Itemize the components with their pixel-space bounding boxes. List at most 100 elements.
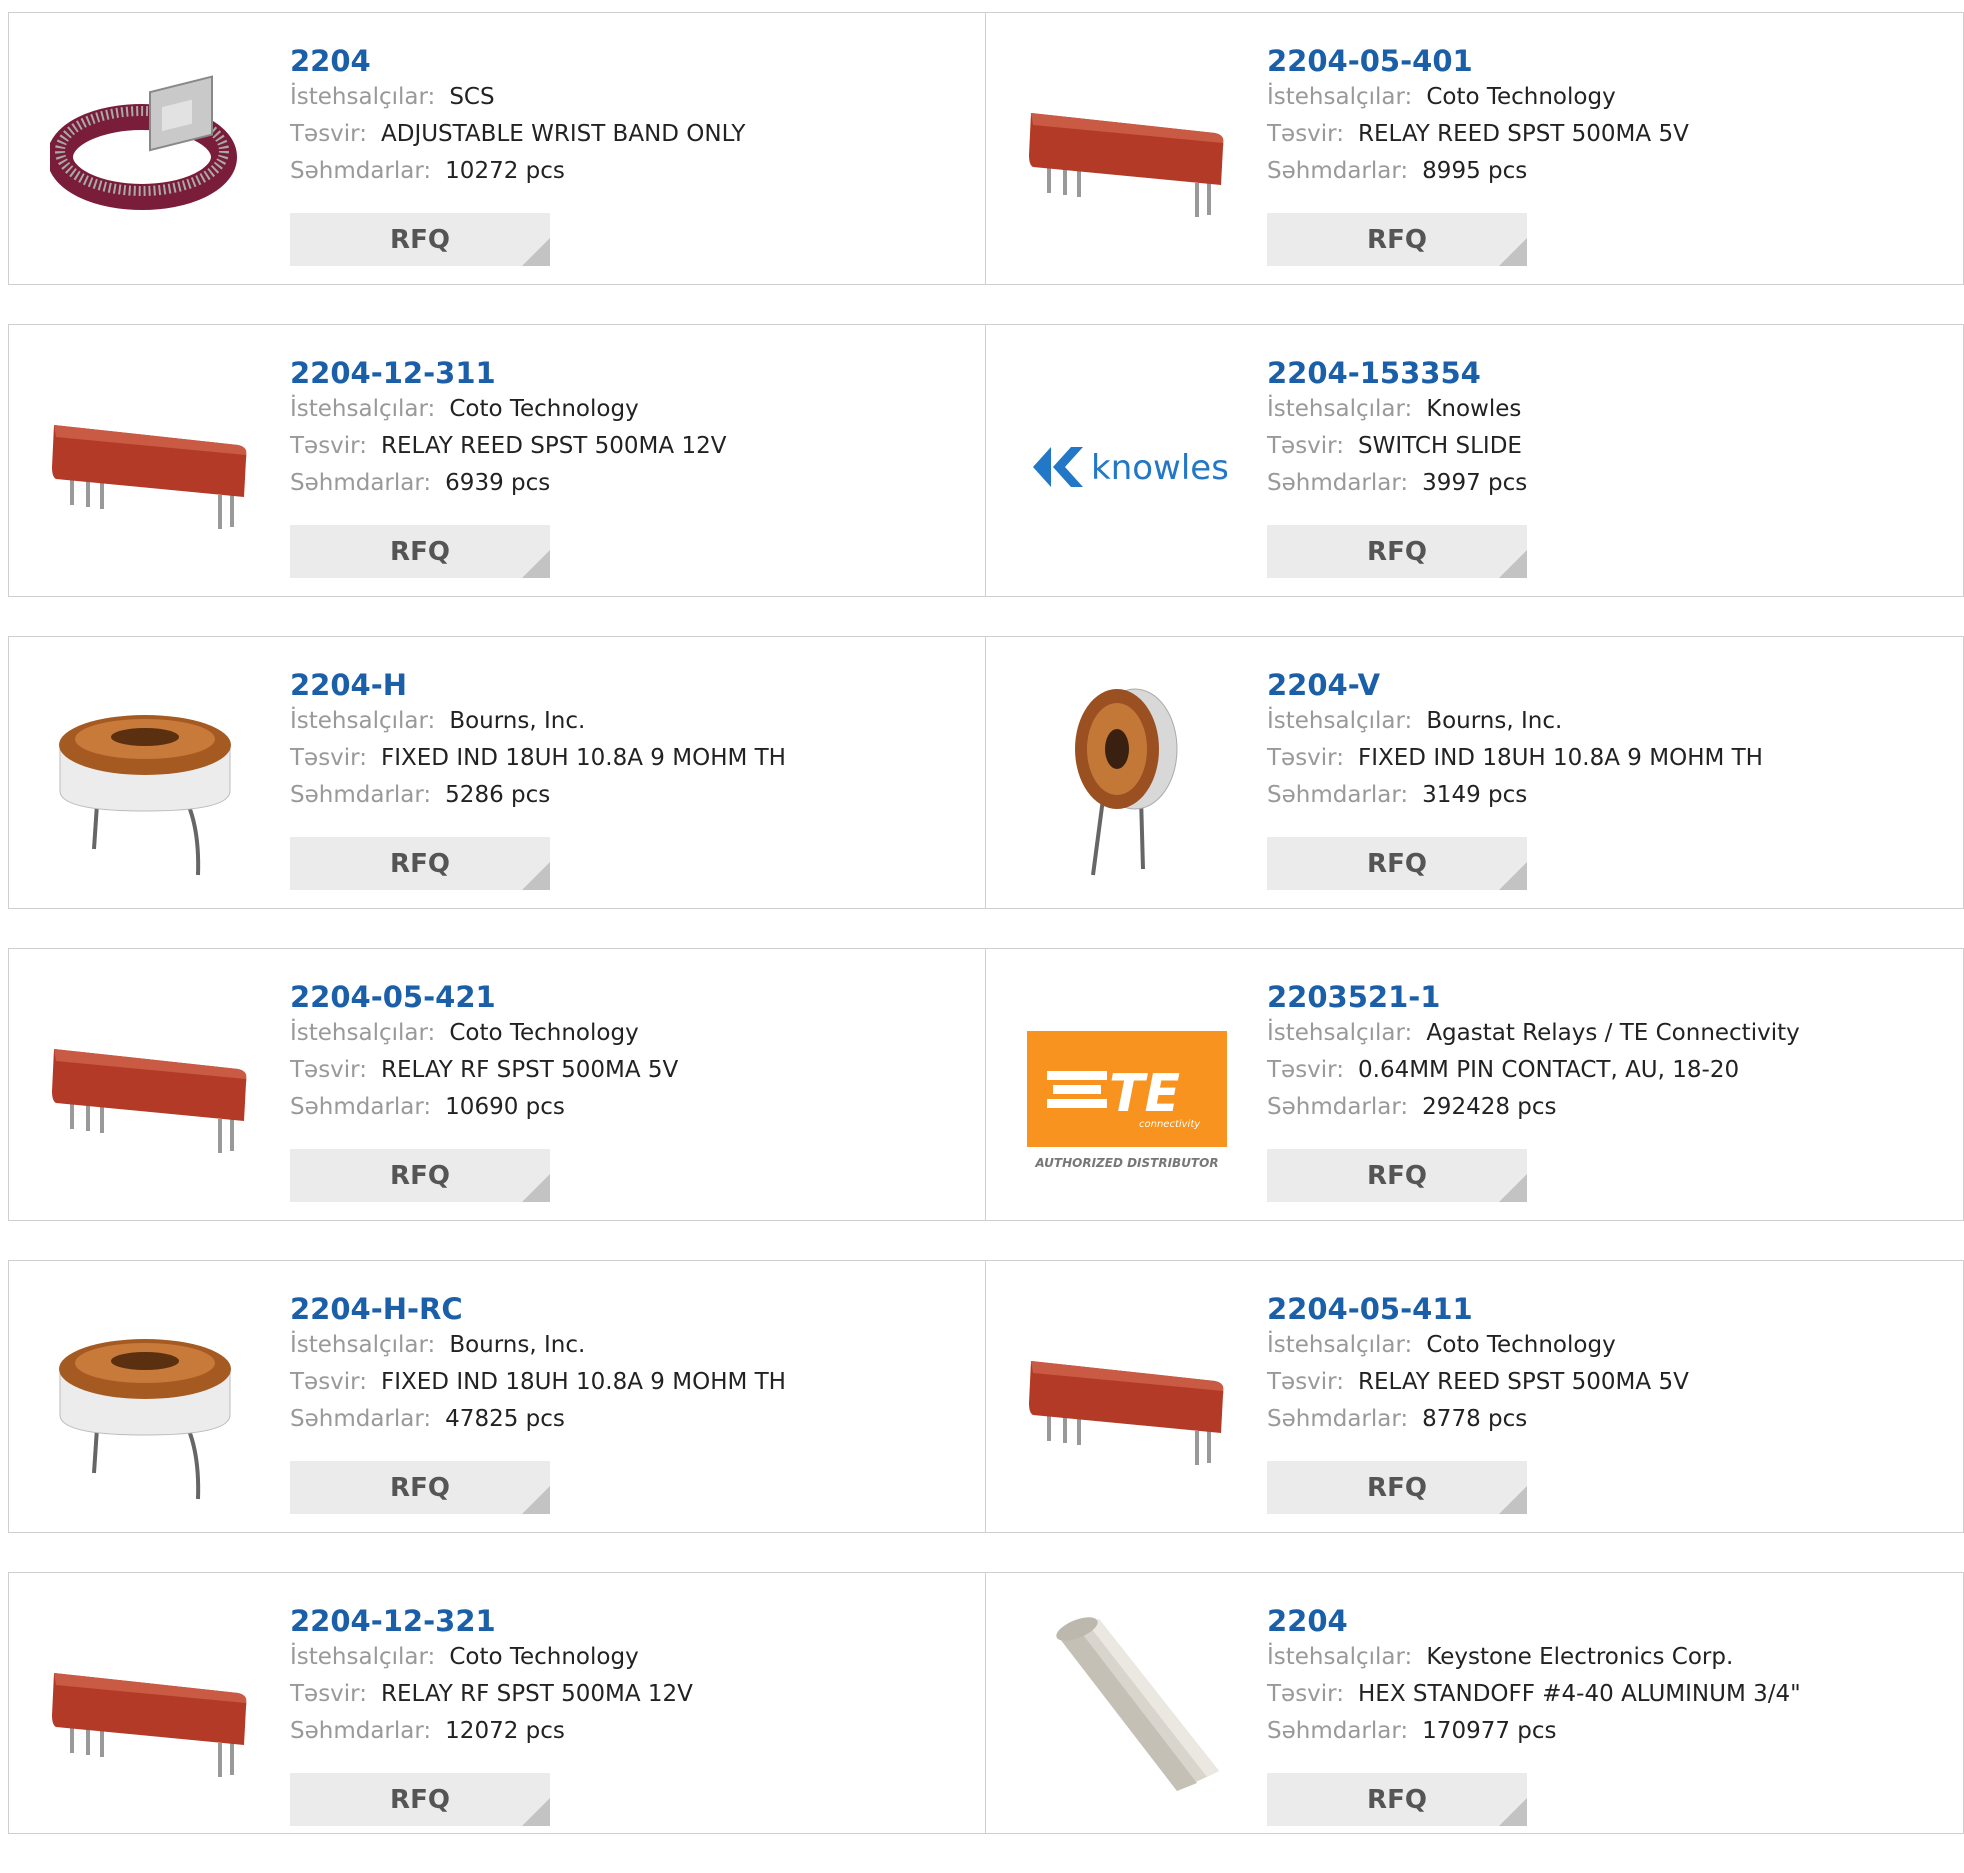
manufacturer-value: Coto Technology <box>449 1644 639 1670</box>
rfq-button[interactable]: RFQ <box>290 1149 550 1202</box>
description-label: Təsvir: <box>1267 121 1344 147</box>
stock-label: Səhmdarlar: <box>1267 1406 1409 1432</box>
rfq-button[interactable]: RFQ <box>290 837 550 890</box>
rfq-label: RFQ <box>1367 1472 1427 1503</box>
description-label: Təsvir: <box>1267 1681 1344 1707</box>
rfq-button[interactable]: RFQ <box>1267 1461 1527 1514</box>
stock-value: 5286 pcs <box>445 782 551 808</box>
manufacturer-line: İstehsalçılar: Knowles <box>1267 391 1527 428</box>
te-connectivity-logo[interactable]: TE connectivity AUTHORIZED DISTRIBUTOR <box>1027 991 1227 1191</box>
description-value: FIXED IND 18UH 10.8A 9 MOHM TH <box>1358 745 1763 771</box>
toroid-inductor-horizontal-image[interactable] <box>50 1303 250 1503</box>
rfq-button[interactable]: RFQ <box>1267 525 1527 578</box>
reed-relay-image[interactable] <box>50 367 250 567</box>
te-logo-text: TE <box>1109 1064 1180 1124</box>
manufacturer-value: Coto Technology <box>449 396 639 422</box>
stock-label: Səhmdarlar: <box>1267 1094 1409 1120</box>
rfq-button[interactable]: RFQ <box>290 1773 550 1826</box>
part-number-link[interactable]: 2204-12-311 <box>290 355 726 391</box>
rfq-button[interactable]: RFQ <box>290 525 550 578</box>
stock-value: 6939 pcs <box>445 470 551 496</box>
te-logo-caption: AUTHORIZED DISTRIBUTOR <box>1034 1156 1218 1170</box>
description-value: FIXED IND 18UH 10.8A 9 MOHM TH <box>381 1369 786 1395</box>
toroid-inductor-horizontal-image[interactable] <box>50 679 250 879</box>
part-number-link[interactable]: 2204-05-421 <box>290 979 678 1015</box>
description-label: Təsvir: <box>290 1057 367 1083</box>
te-logo-subtext: connectivity <box>1139 1119 1201 1130</box>
product-card: 2204-V İstehsalçılar: Bourns, Inc. Təsvir… <box>985 636 1964 909</box>
description-label: Təsvir: <box>290 121 367 147</box>
description-value: RELAY REED SPST 500MA 5V <box>1358 1369 1689 1395</box>
product-card: 2204-H İstehsalçılar: Bourns, Inc. Təsvir… <box>8 636 985 909</box>
description-label: Təsvir: <box>290 1369 367 1395</box>
manufacturer-line: İstehsalçılar: Coto Technology <box>290 391 726 428</box>
rfq-button[interactable]: RFQ <box>1267 837 1527 890</box>
description-label: Təsvir: <box>290 1681 367 1707</box>
stock-label: Səhmdarlar: <box>290 470 432 496</box>
manufacturer-label: İstehsalçılar: <box>1267 708 1413 734</box>
reed-relay-image[interactable] <box>50 1615 250 1815</box>
corner-triangle-icon <box>522 862 550 890</box>
rfq-button[interactable]: RFQ <box>1267 1149 1527 1202</box>
rfq-button[interactable]: RFQ <box>1267 213 1527 266</box>
stock-label: Səhmdarlar: <box>290 1406 432 1432</box>
part-number-link[interactable]: 2204-153354 <box>1267 355 1527 391</box>
part-number-link[interactable]: 2204-05-401 <box>1267 43 1689 79</box>
corner-triangle-icon <box>522 1174 550 1202</box>
corner-triangle-icon <box>1499 1486 1527 1514</box>
rfq-button[interactable]: RFQ <box>290 1461 550 1514</box>
manufacturer-label: İstehsalçılar: <box>1267 396 1413 422</box>
manufacturer-line: İstehsalçılar: Coto Technology <box>1267 79 1689 116</box>
description-value: RELAY RF SPST 500MA 5V <box>381 1057 679 1083</box>
stock-label: Səhmdarlar: <box>1267 1718 1409 1744</box>
description-line: Təsvir: RELAY REED SPST 500MA 12V <box>290 428 726 465</box>
wrist-band-image[interactable] <box>50 55 250 255</box>
knowles-logo-text: knowles <box>1091 448 1227 488</box>
manufacturer-value: Bourns, Inc. <box>1426 708 1563 734</box>
rfq-label: RFQ <box>390 1472 450 1503</box>
hex-standoff-image[interactable] <box>1027 1615 1227 1815</box>
description-value: FIXED IND 18UH 10.8A 9 MOHM TH <box>381 745 786 771</box>
stock-line: Səhmdarlar: 8995 pcs <box>1267 153 1689 190</box>
reed-relay-image[interactable] <box>50 991 250 1191</box>
corner-triangle-icon <box>522 550 550 578</box>
manufacturer-value: Coto Technology <box>1426 1332 1616 1358</box>
stock-value: 47825 pcs <box>445 1406 565 1432</box>
knowles-logo[interactable]: knowles <box>1027 367 1227 567</box>
toroid-inductor-vertical-image[interactable] <box>1027 679 1227 879</box>
stock-line: Səhmdarlar: 3997 pcs <box>1267 465 1527 502</box>
rfq-label: RFQ <box>390 536 450 567</box>
stock-value: 8995 pcs <box>1422 158 1528 184</box>
reed-relay-image[interactable] <box>1027 1303 1227 1503</box>
stock-line: Səhmdarlar: 6939 pcs <box>290 465 726 502</box>
manufacturer-label: İstehsalçılar: <box>290 396 436 422</box>
description-value: RELAY REED SPST 500MA 5V <box>1358 121 1689 147</box>
part-number-link[interactable]: 2204-12-321 <box>290 1603 693 1639</box>
stock-label: Səhmdarlar: <box>290 1094 432 1120</box>
description-line: Təsvir: ADJUSTABLE WRIST BAND ONLY <box>290 116 745 153</box>
part-number-link[interactable]: 2204-H <box>290 667 786 703</box>
reed-relay-image[interactable] <box>1027 55 1227 255</box>
description-value: 0.64MM PIN CONTACT, AU, 18-20 <box>1358 1057 1740 1083</box>
part-number-link[interactable]: 2203521-1 <box>1267 979 1800 1015</box>
stock-value: 3997 pcs <box>1422 470 1528 496</box>
stock-line: Səhmdarlar: 170977 pcs <box>1267 1713 1801 1750</box>
part-number-link[interactable]: 2204-H-RC <box>290 1291 786 1327</box>
manufacturer-label: İstehsalçılar: <box>290 84 436 110</box>
part-number-link[interactable]: 2204-05-411 <box>1267 1291 1689 1327</box>
corner-triangle-icon <box>522 1486 550 1514</box>
manufacturer-label: İstehsalçılar: <box>290 1332 436 1358</box>
rfq-label: RFQ <box>390 1160 450 1191</box>
manufacturer-value: Keystone Electronics Corp. <box>1426 1644 1734 1670</box>
manufacturer-label: İstehsalçılar: <box>290 708 436 734</box>
stock-line: Səhmdarlar: 3149 pcs <box>1267 777 1763 814</box>
rfq-label: RFQ <box>1367 1160 1427 1191</box>
part-number-link[interactable]: 2204-V <box>1267 667 1763 703</box>
part-number-link[interactable]: 2204 <box>1267 1603 1801 1639</box>
manufacturer-line: İstehsalçılar: Coto Technology <box>290 1015 678 1052</box>
description-value: RELAY REED SPST 500MA 12V <box>381 433 727 459</box>
product-row: 2204 İstehsalçılar: SCS Təsvir: ADJUSTABLE… <box>8 12 1964 285</box>
rfq-button[interactable]: RFQ <box>1267 1773 1527 1826</box>
part-number-link[interactable]: 2204 <box>290 43 745 79</box>
rfq-button[interactable]: RFQ <box>290 213 550 266</box>
